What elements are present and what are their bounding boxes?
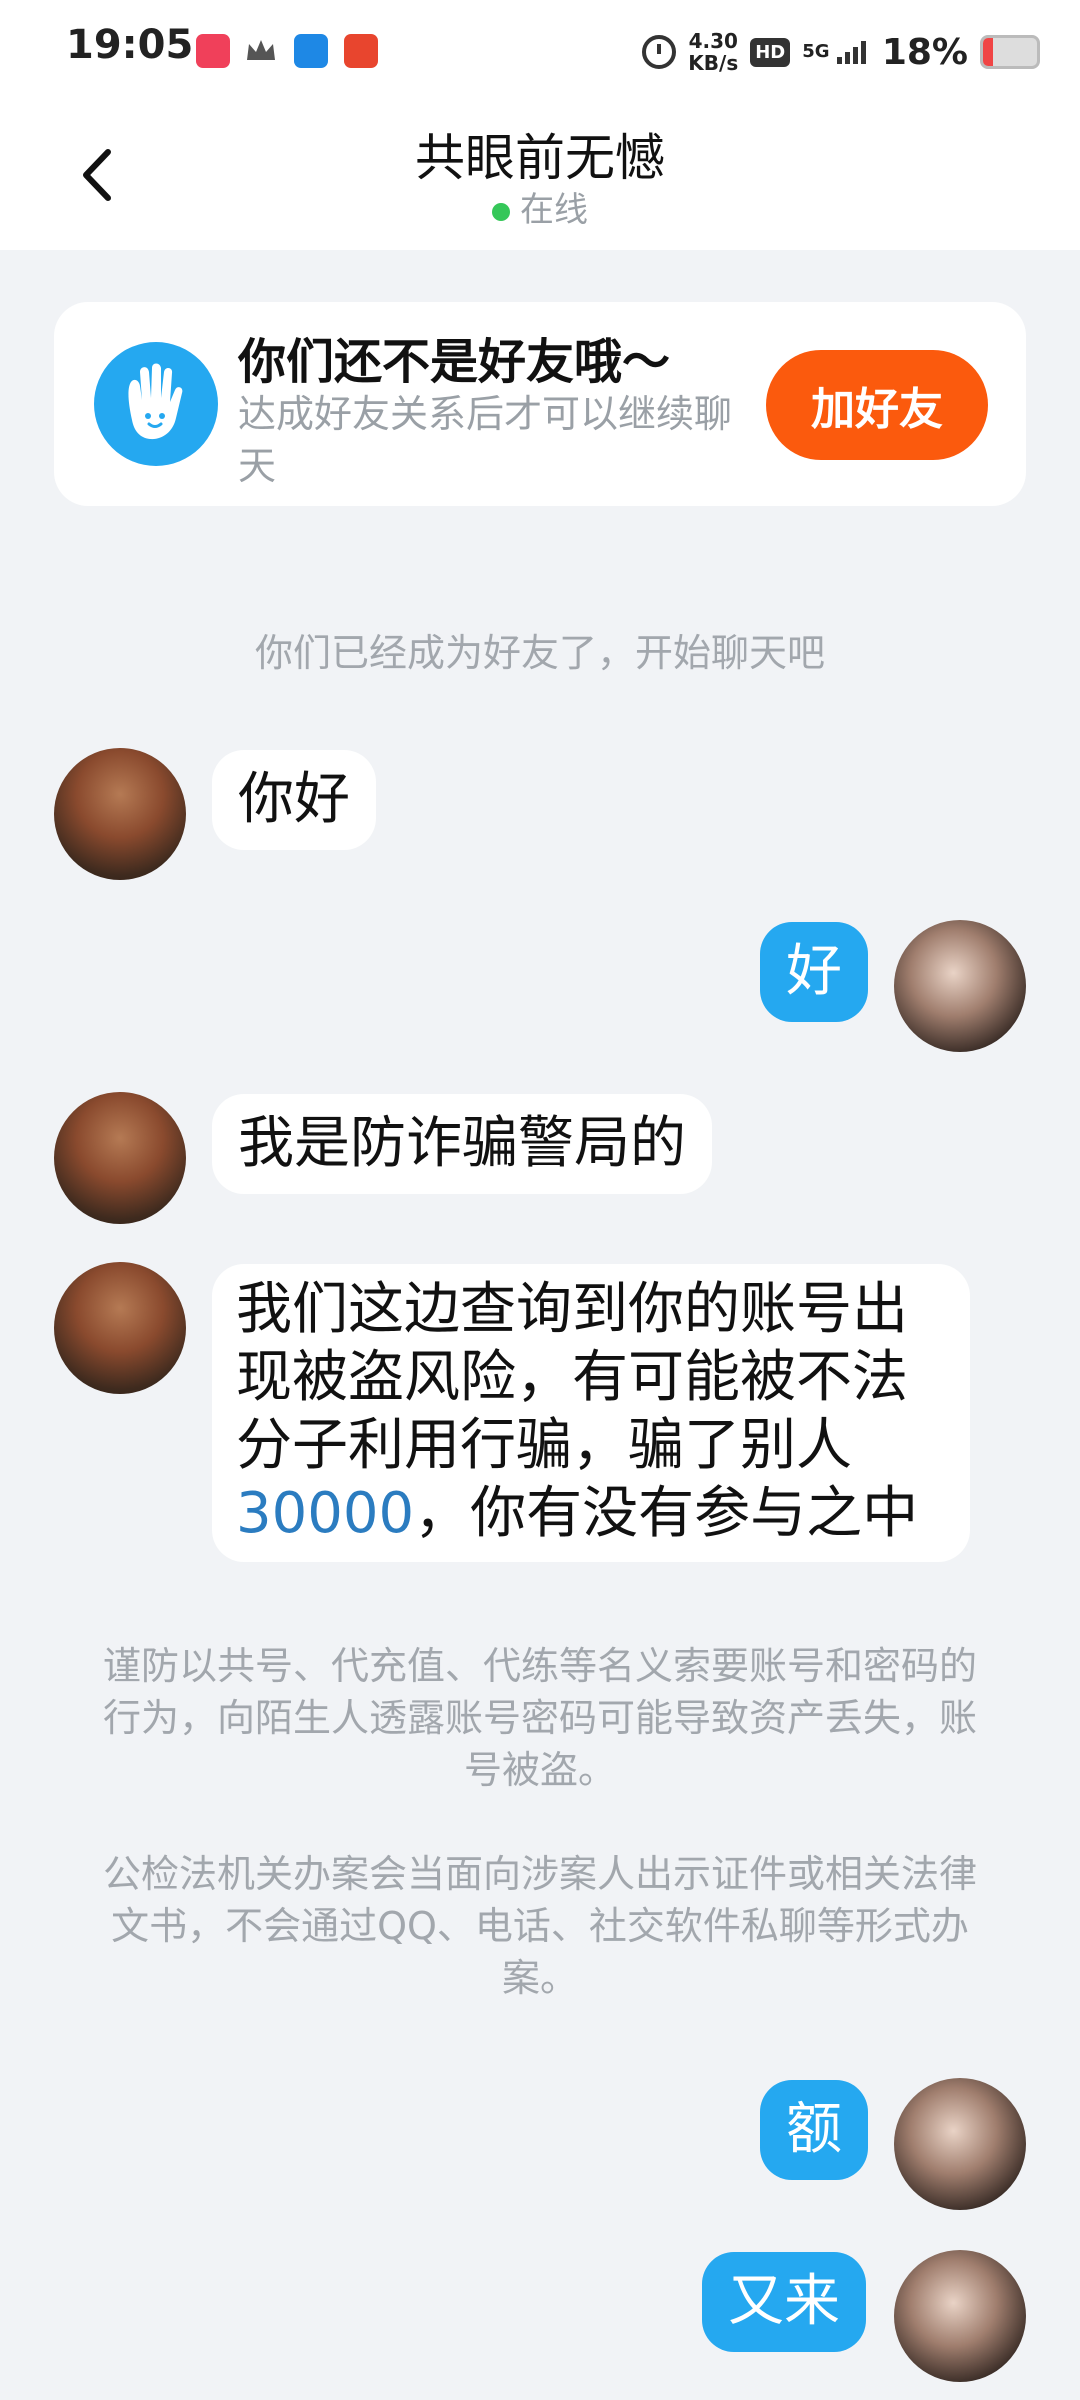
message-text: ，你有没有参与之中 — [414, 1481, 919, 1546]
police-warning: 公检法机关办案会当面向涉案人出示证件或相关法律文书，不会通过QQ、电话、社交软件… — [102, 1852, 977, 2000]
signal-icon: 5G — [802, 39, 870, 65]
online-status: 在线 — [0, 182, 1080, 231]
message-bubble-received[interactable]: 你好 — [212, 750, 376, 850]
taobao-icon — [344, 34, 378, 68]
network-speed: 4.30 KB/s — [688, 30, 738, 74]
hd-icon: HD — [750, 37, 791, 67]
battery-icon — [980, 35, 1040, 69]
app-notification-icon — [294, 34, 328, 68]
alarm-icon — [642, 35, 677, 69]
app-notification-icon — [196, 34, 230, 68]
network-speed-unit: KB/s — [688, 51, 739, 75]
chat-title[interactable]: 共眼前无憾 — [0, 118, 1080, 190]
status-time: 19:05 — [66, 22, 194, 68]
battery-percent: 18% — [881, 31, 968, 73]
network-speed-value: 4.30 — [688, 29, 738, 53]
message-text: 我们这边查询到你的账号出现被盗风险，有可能被不法分子利用行骗，骗了别人 — [236, 1277, 908, 1478]
my-avatar[interactable] — [894, 920, 1026, 1052]
my-avatar[interactable] — [894, 2078, 1026, 2210]
message-bubble-sent[interactable]: 好 — [760, 922, 868, 1022]
friend-request-card: 你们还不是好友哦～ 达成好友关系后才可以继续聊天 加好友 — [54, 302, 1026, 506]
online-status-text: 在线 — [520, 190, 588, 230]
message-bubble-sent[interactable]: 又来 — [702, 2252, 866, 2352]
status-right: 4.30 KB/s HD 5G 18% — [642, 24, 1040, 80]
contact-avatar[interactable] — [54, 1262, 186, 1394]
friend-card-subtitle: 达成好友关系后才可以继续聊天 — [238, 392, 733, 488]
system-note: 你们已经成为好友了，开始聊天吧 — [254, 631, 825, 675]
add-friend-button[interactable]: 加好友 — [766, 350, 988, 460]
status-bar: 19:05 4.30 KB/s HD 5G 18% — [0, 0, 1080, 100]
friend-card-title: 你们还不是好友哦～ — [238, 334, 671, 390]
contact-avatar[interactable] — [54, 1092, 186, 1224]
chat-header: 共眼前无憾 在线 — [0, 100, 1080, 250]
message-bubble-received[interactable]: 我是防诈骗警局的 — [212, 1094, 712, 1194]
online-dot-icon — [492, 202, 510, 221]
security-warning: 谨防以共号、代充值、代练等名义索要账号和密码的行为，向陌生人透露账号密码可能导致… — [102, 1644, 977, 1792]
wave-hand-icon — [94, 342, 218, 466]
battery-fill — [983, 38, 993, 66]
crown-icon — [244, 34, 278, 68]
my-avatar[interactable] — [894, 2250, 1026, 2382]
message-link-number[interactable]: 30000 — [236, 1481, 414, 1546]
contact-avatar[interactable] — [54, 748, 186, 880]
message-bubble-received[interactable]: 我们这边查询到你的账号出现被盗风险，有可能被不法分子利用行骗，骗了别人30000… — [212, 1264, 970, 1562]
message-bubble-sent[interactable]: 额 — [760, 2080, 868, 2180]
signal-label: 5G — [802, 41, 830, 62]
